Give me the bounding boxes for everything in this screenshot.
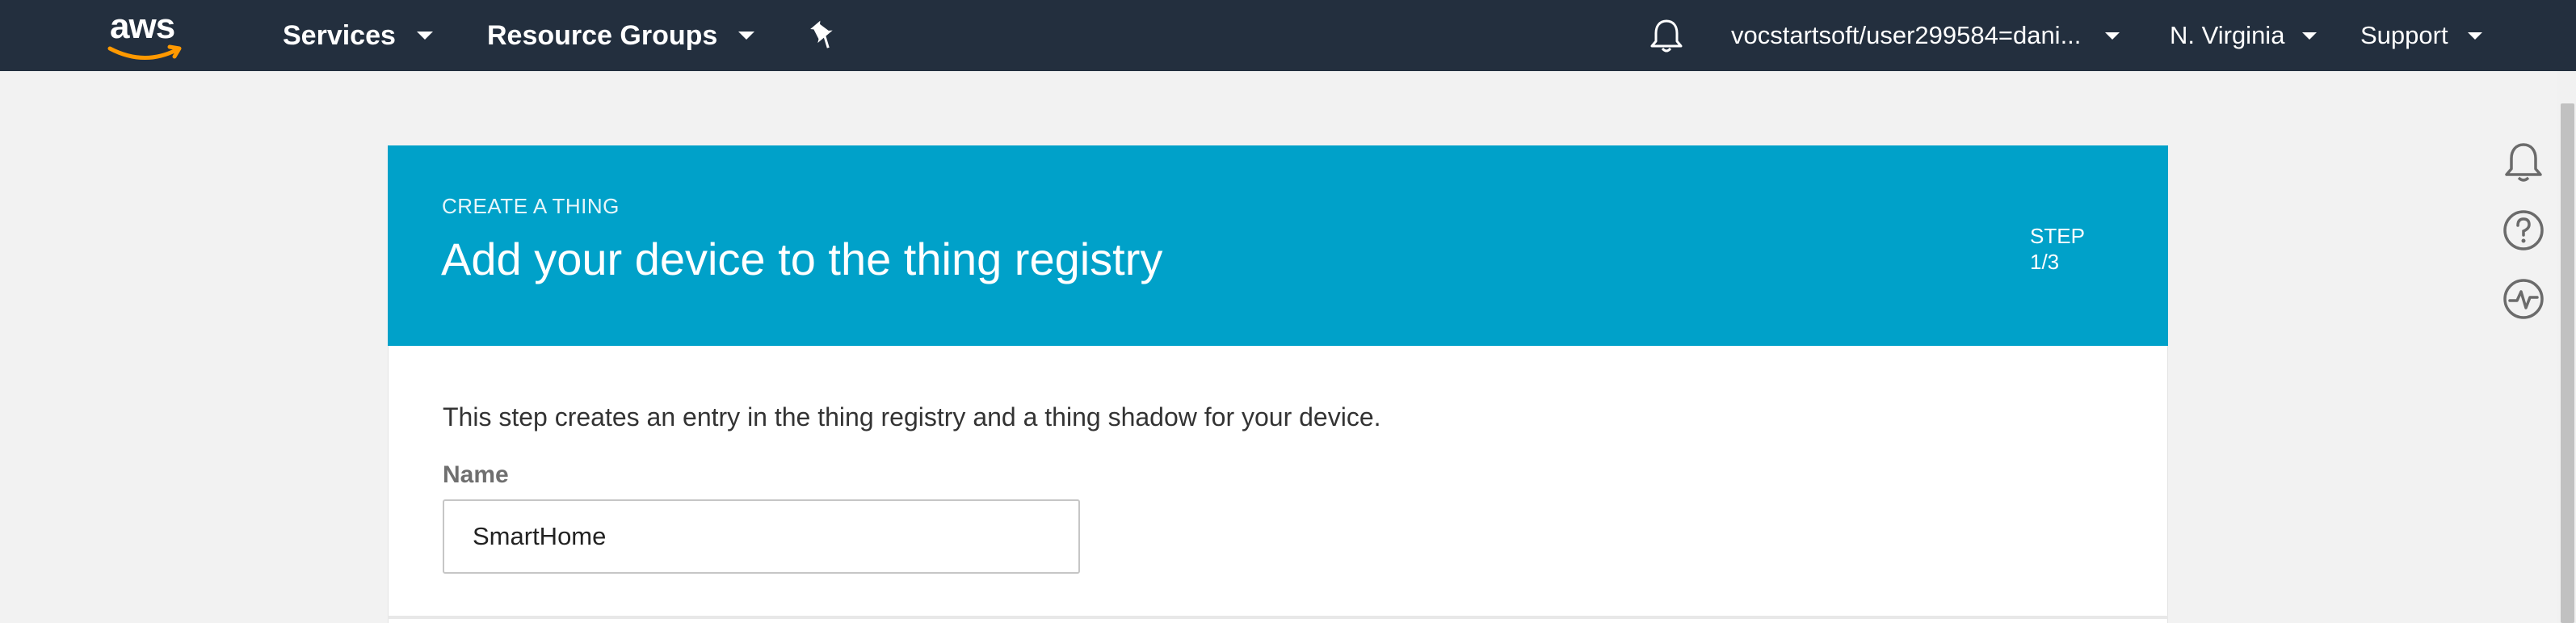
section-divider <box>388 616 2168 619</box>
resource-groups-menu[interactable]: Resource Groups <box>487 0 755 71</box>
step-label: STEP <box>2030 224 2085 248</box>
help-icon[interactable] <box>2501 208 2546 253</box>
step-description: This step creates an entry in the thing … <box>443 402 1381 431</box>
services-menu[interactable]: Services <box>283 0 433 71</box>
chevron-down-icon <box>416 32 433 40</box>
pin-icon[interactable] <box>804 18 839 53</box>
wizard-eyebrow: CREATE A THING <box>442 194 620 218</box>
chevron-down-icon <box>2302 32 2318 40</box>
top-navigation-bar: aws Services Resource Groups vocstartsof… <box>0 0 2576 71</box>
name-input[interactable] <box>443 499 1080 574</box>
wizard-body: This step creates an entry in the thing … <box>388 346 2168 623</box>
region-menu[interactable]: N. Virginia <box>2170 0 2318 71</box>
support-label: Support <box>2360 21 2448 49</box>
chevron-down-icon <box>2467 32 2482 40</box>
page-title: Add your device to the thing registry <box>441 234 1163 284</box>
chevron-down-icon <box>738 32 755 40</box>
notifications-bell-icon[interactable] <box>2501 140 2546 185</box>
region-label: N. Virginia <box>2170 21 2285 49</box>
account-label: vocstartsoft/user299584=dani... <box>1731 21 2082 49</box>
aws-logo[interactable]: aws <box>105 6 186 60</box>
wizard-header: CREATE A THING Add your device to the th… <box>388 145 2168 346</box>
scrollbar-thumb[interactable] <box>2561 103 2574 623</box>
account-menu[interactable]: vocstartsoft/user299584=dani... <box>1731 0 2120 71</box>
services-label: Services <box>283 19 396 51</box>
aws-smile-icon <box>107 44 182 60</box>
aws-logo-text: aws <box>110 6 175 46</box>
name-field-label: Name <box>443 461 509 488</box>
health-icon[interactable] <box>2501 276 2546 322</box>
resource-groups-label: Resource Groups <box>487 19 718 51</box>
step-value: 1/3 <box>2030 250 2060 274</box>
support-menu[interactable]: Support <box>2360 0 2482 71</box>
bell-icon[interactable] <box>1648 16 1685 55</box>
chevron-down-icon <box>2105 32 2120 40</box>
step-indicator: STEP 1/3 <box>2030 223 2085 275</box>
